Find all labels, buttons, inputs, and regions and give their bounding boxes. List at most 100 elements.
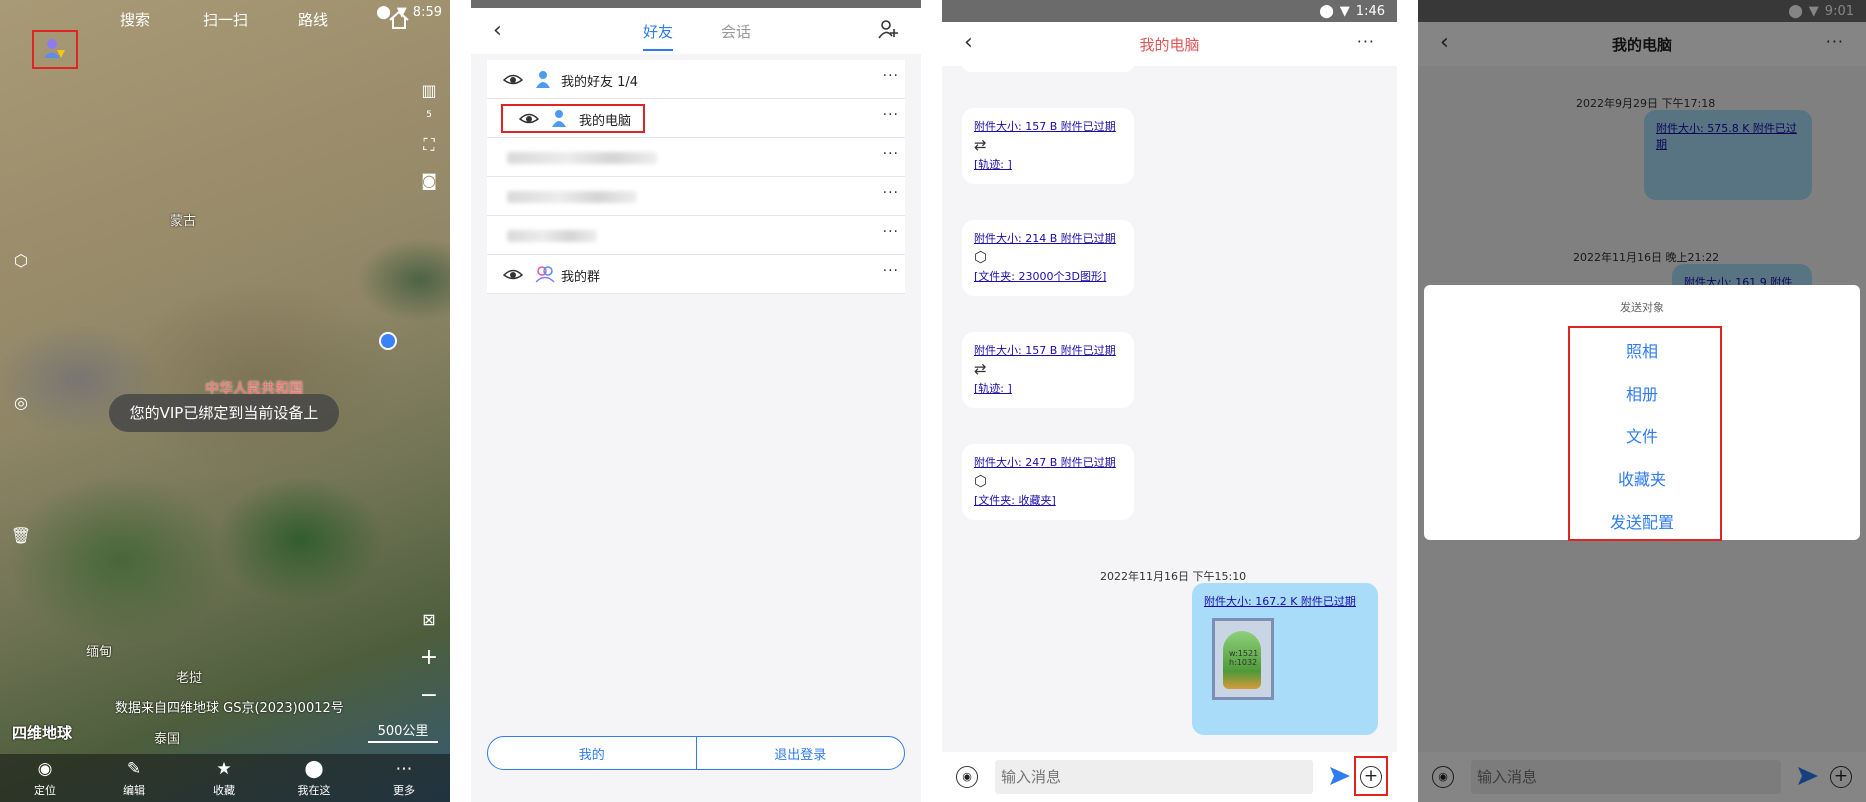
group-row-my-groups[interactable]: 我的群 ···	[487, 255, 905, 294]
chevron-left-icon: ‹	[493, 18, 502, 43]
group-label: 我的群	[561, 270, 601, 285]
attachment-link[interactable]: 附件大小: 157 B 附件已过期	[974, 118, 1122, 134]
message-input[interactable]	[995, 760, 1313, 794]
track-tag[interactable]: [轨迹: ]	[974, 380, 1122, 396]
logout-button[interactable]: 退出登录	[695, 737, 905, 769]
map-scale-bar: 500公里	[368, 720, 438, 743]
search-button[interactable]: 搜索	[120, 0, 150, 40]
message-bubble: 附件大小: 157 B 附件已过期 ⇄ [轨迹: ]	[962, 108, 1134, 184]
eye-icon	[503, 269, 523, 280]
status-bar: ⬤ ▼ 1:46	[942, 0, 1397, 22]
message-bubble: 附件大小: 157 B 附件已过期 ⇄ [轨迹: ]	[962, 332, 1134, 408]
highlight-box-plus	[1354, 756, 1388, 796]
add-friend-button[interactable]	[877, 18, 899, 40]
route-button[interactable]: 路线	[298, 0, 328, 40]
chat-title: 我的电脑	[1139, 36, 1200, 54]
vip-toast: 您的VIP已绑定到当前设备上	[109, 394, 339, 432]
delete-button[interactable]: 🗑	[8, 523, 34, 549]
folder-tag[interactable]: [文件夹: 23000个3D图形]	[974, 268, 1122, 284]
my-profile-button[interactable]: 我的	[488, 737, 696, 769]
zoom-out-button[interactable]: −	[416, 683, 442, 709]
map-layers-button[interactable]: ▥	[416, 78, 442, 104]
attachment-link[interactable]: 附件大小: 167.2 K 附件已过期	[1204, 593, 1366, 609]
status-time: 1:46	[1355, 3, 1385, 19]
contact-row-blurred[interactable]: ···	[487, 216, 905, 255]
group-row-my-friends[interactable]: 我的好友 1/4 ···	[487, 60, 905, 99]
fullscreen-button[interactable]: ⛶	[416, 132, 442, 158]
bottom-nav: ◉ 定位 ✎ 编辑 ★ 收藏 ⬤ 我在这 ⋯ 更多	[0, 754, 450, 802]
attachment-link[interactable]: 附件大小: 247 B 附件已过期	[974, 454, 1122, 470]
home-button[interactable]	[388, 0, 410, 40]
thumbnail-size-text: w:1521 h:1032	[1229, 649, 1259, 667]
person-icon	[536, 71, 550, 88]
more-icon[interactable]: ···	[883, 146, 899, 162]
gps-icon: ◎	[14, 393, 28, 412]
redacted-contact	[507, 191, 637, 203]
highlight-box-options	[1568, 326, 1722, 541]
nav-favorites[interactable]: ★ 收藏	[194, 754, 254, 802]
zoom-in-button[interactable]: +	[416, 645, 442, 671]
contact-row-blurred[interactable]: ···	[487, 138, 905, 177]
nav-edit[interactable]: ✎ 编辑	[104, 754, 164, 802]
edit-icon: ✎	[126, 759, 142, 779]
measure-button[interactable]: ⊠	[416, 607, 442, 633]
minus-icon: −	[419, 683, 439, 708]
plus-icon: +	[419, 645, 439, 670]
bottom-buttons: 我的 退出登录	[487, 736, 905, 770]
voice-button[interactable]: ◉	[956, 766, 978, 788]
group-label: 我的好友 1/4	[561, 75, 639, 90]
3d-view-button[interactable]: ⬡	[8, 248, 34, 274]
send-button[interactable]	[1328, 764, 1352, 788]
contact-row-blurred[interactable]: ···	[487, 177, 905, 216]
chat-screen: ⬤ ▼ 1:46 ‹ 我的电脑 ··· 附件大小: 157 B 附件已过期 ⇄ …	[942, 0, 1397, 802]
more-icon[interactable]: ···	[883, 185, 899, 201]
eye-icon	[503, 74, 523, 85]
contact-list: 我的好友 1/4 ··· 我的电脑 ··· ··· ··· ··· 我的群 ··…	[487, 60, 905, 294]
attachment-link[interactable]: 附件大小: 214 B 附件已过期	[974, 230, 1122, 246]
add-user-icon	[878, 20, 898, 39]
track-tag[interactable]: [轨迹: ]	[974, 156, 1122, 172]
current-location-marker	[379, 332, 397, 350]
layer-count: 5	[426, 110, 432, 120]
nav-i-am-here[interactable]: ⬤ 我在这	[284, 754, 344, 802]
more-icon[interactable]: ···	[883, 107, 899, 123]
attachment-link[interactable]: 附件大小: 157 B 附件已过期	[974, 342, 1122, 358]
tab-friends[interactable]: 好友	[643, 21, 674, 51]
tab-sessions[interactable]: 会话	[721, 21, 751, 42]
nav-more[interactable]: ⋯ 更多	[374, 754, 434, 802]
message-bubble: 附件大小: 247 B 附件已过期 ⬡ [文件夹: 收藏夹]	[962, 444, 1134, 520]
nav-i-am-here-label: 我在这	[297, 784, 331, 797]
map-label-laos: 老挝	[176, 671, 203, 686]
group-icon	[535, 266, 555, 283]
track-icon: ⇄	[974, 136, 987, 154]
message-date: 2022年11月16日 下午15:10	[1100, 570, 1247, 583]
map-screen: ⬤ ▼ 8:59 搜索 扫一扫 路线 ▥ 5 ⛶ ◙ ⬡ ◎ 🗑 ⊠ + − 蒙…	[0, 0, 450, 802]
nav-edit-label: 编辑	[123, 784, 145, 797]
home-icon	[389, 10, 409, 29]
more-icon: ⋯	[395, 759, 413, 779]
map-label-thailand: 泰国	[154, 732, 181, 747]
measure-icon: ⊠	[422, 610, 436, 629]
screenshot-button[interactable]: ◙	[416, 168, 442, 194]
send-icon	[1330, 767, 1350, 785]
highlight-box-user	[32, 30, 78, 69]
more-icon[interactable]: ···	[883, 263, 899, 279]
folder-tag[interactable]: [文件夹: 收藏夹]	[974, 492, 1122, 508]
star-icon: ★	[216, 759, 232, 779]
friends-screen: ‹ 好友 会话 我的好友 1/4 ··· 我的电脑 ··· ··· ··· ··…	[471, 0, 921, 802]
location-status-icon: ⬤	[1319, 3, 1334, 19]
more-icon[interactable]: ···	[883, 224, 899, 240]
trash-icon: 🗑	[10, 526, 32, 545]
target-icon: ◉	[37, 759, 53, 779]
nav-locate[interactable]: ◉ 定位	[15, 754, 75, 802]
map-label-myanmar: 缅甸	[86, 645, 113, 660]
scan-button[interactable]: 扫一扫	[203, 0, 248, 40]
redacted-contact	[507, 152, 657, 164]
more-options-button[interactable]: ···	[1357, 32, 1375, 51]
more-icon[interactable]: ···	[883, 68, 899, 84]
back-button[interactable]: ‹	[493, 18, 502, 43]
nav-locate-label: 定位	[34, 784, 56, 797]
status-bar	[471, 0, 921, 8]
gps-button[interactable]: ◎	[8, 390, 34, 416]
image-thumbnail[interactable]: w:1521 h:1032	[1212, 618, 1274, 700]
